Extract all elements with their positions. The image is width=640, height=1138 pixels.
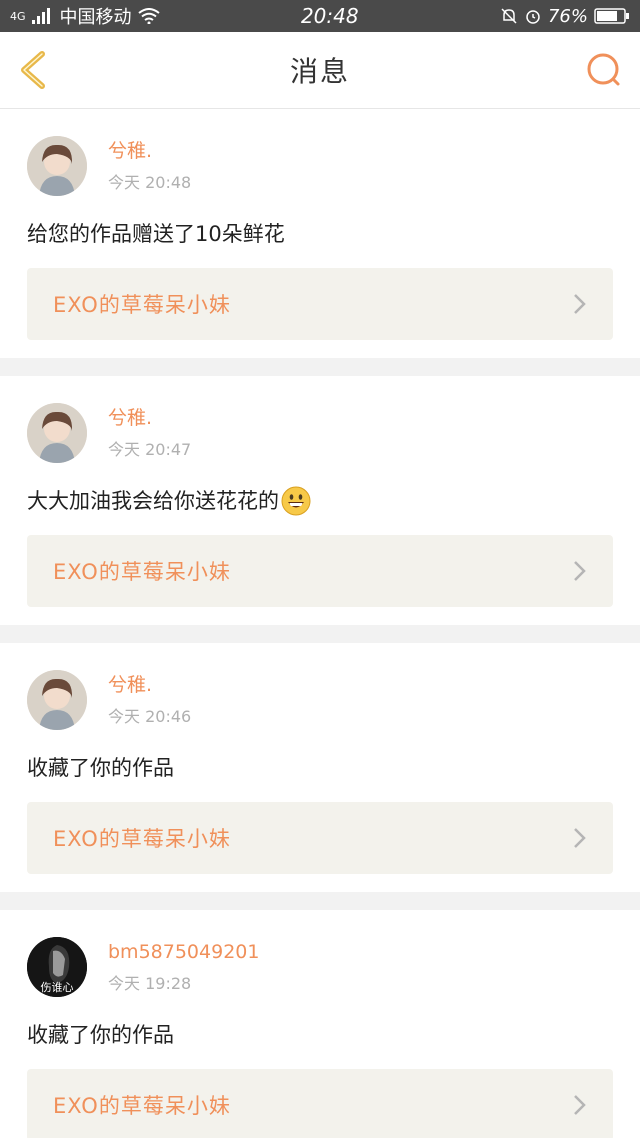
timestamp: 今天 20:46 [108,707,192,726]
message-card: 伤谁心 bm5875049201 今天 19:28 收藏了你的作品 EXO的草莓… [0,910,640,1138]
message-card: 兮稚. 今天 20:48 给您的作品赠送了10朵鲜花 EXO的草莓呆小妹 [0,109,640,358]
wifi-icon [137,8,160,24]
clock: 20:48 [300,4,359,28]
work-title: EXO的草莓呆小妹 [53,293,231,317]
user-avatar[interactable] [27,670,87,730]
chevron-right-icon [574,294,586,314]
user-avatar[interactable] [27,403,87,463]
work-title: EXO的草莓呆小妹 [53,827,231,851]
work-title: EXO的草莓呆小妹 [53,560,231,584]
back-chevron-icon[interactable] [14,50,54,90]
battery-percent: 76% [547,5,588,27]
avatar-caption: 伤谁心 [41,981,74,994]
signal-icon [31,8,50,24]
username[interactable]: bm5875049201 [108,940,259,964]
timestamp: 今天 20:48 [108,173,192,192]
message-text: 给您的作品赠送了10朵鲜花 [27,217,613,251]
alarm-icon [526,10,540,24]
message-body: 收藏了你的作品 [27,1023,174,1047]
username[interactable]: 兮稚. [108,139,191,163]
message-text: 大大加油我会给你送花花的 [27,484,613,518]
message-list: 兮稚. 今天 20:48 给您的作品赠送了10朵鲜花 EXO的草莓呆小妹 兮稚.… [0,109,640,1138]
girl-avatar-icon [27,670,87,730]
network-label: 4G [10,9,26,23]
message-body: 大大加油我会给你送花花的 [27,489,279,513]
carrier-label: 中国移动 [59,7,132,28]
status-bar: 4G 中国移动 20:48 76% [0,0,640,32]
username[interactable]: 兮稚. [108,673,191,697]
message-text: 收藏了你的作品 [27,1018,613,1052]
message-card: 兮稚. 今天 20:47 大大加油我会给你送花花的 EXO的草莓呆小妹 [0,376,640,625]
timestamp: 今天 20:47 [108,440,192,459]
work-link[interactable]: EXO的草莓呆小妹 [27,1069,613,1138]
message-body: 给您的作品赠送了10朵鲜花 [27,222,285,246]
girl-avatar-icon [27,136,87,196]
user-avatar[interactable]: 伤谁心 [27,937,87,997]
work-title: EXO的草莓呆小妹 [53,1094,231,1118]
work-link[interactable]: EXO的草莓呆小妹 [27,802,613,874]
battery-icon [594,8,629,24]
grinning-face-icon [281,486,311,516]
top-nav: 消息 [0,32,640,109]
username[interactable]: 兮稚. [108,406,191,430]
timestamp: 今天 19:28 [108,974,192,993]
chevron-right-icon [574,828,586,848]
chevron-right-icon [574,1095,586,1115]
user-avatar[interactable] [27,136,87,196]
work-link[interactable]: EXO的草莓呆小妹 [27,535,613,607]
page-title: 消息 [289,55,350,88]
dark-avatar-icon: 伤谁心 [27,937,87,997]
search-icon[interactable] [584,50,624,90]
work-link[interactable]: EXO的草莓呆小妹 [27,268,613,340]
message-card: 兮稚. 今天 20:46 收藏了你的作品 EXO的草莓呆小妹 [0,643,640,892]
chevron-right-icon [574,561,586,581]
girl-avatar-icon [27,403,87,463]
message-body: 收藏了你的作品 [27,756,174,780]
message-text: 收藏了你的作品 [27,751,613,785]
mute-bell-icon [501,8,517,24]
